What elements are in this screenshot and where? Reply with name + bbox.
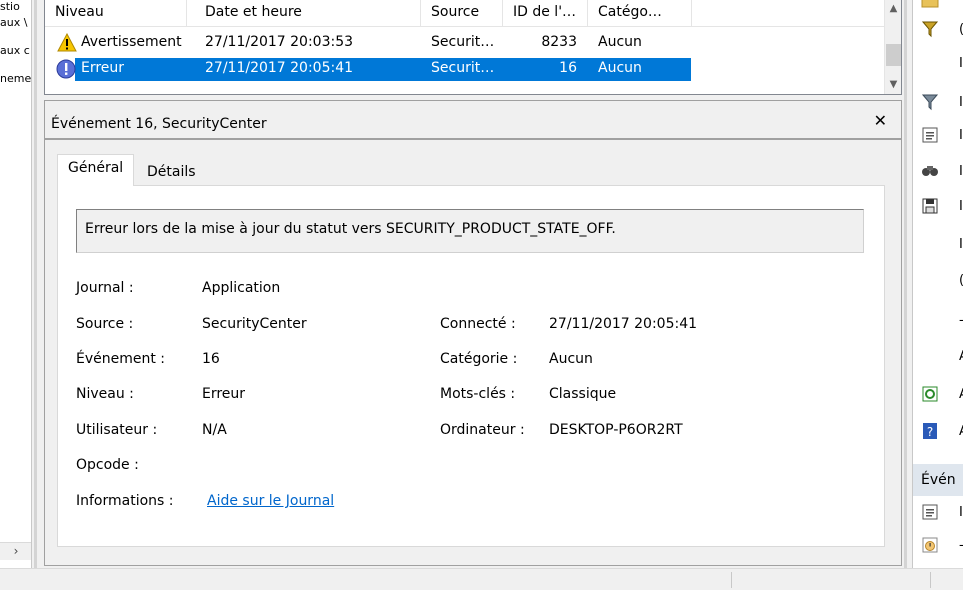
field-label-logged: Connecté : bbox=[440, 316, 516, 332]
field-value-user: N/A bbox=[202, 422, 227, 438]
action-label[interactable]: I bbox=[959, 199, 963, 214]
action-label[interactable]: I bbox=[959, 128, 963, 143]
tree-item-fragment[interactable]: stio bbox=[0, 0, 20, 13]
actions-pane: ( I I I I I I ( - A A ? A Évén bbox=[912, 0, 963, 568]
field-value-event: 16 bbox=[202, 351, 220, 367]
action-label[interactable]: I bbox=[959, 237, 963, 252]
column-header-category[interactable]: Catégo… bbox=[588, 0, 692, 26]
refresh-icon[interactable] bbox=[921, 385, 939, 403]
row-event-id: 8233 bbox=[541, 34, 577, 50]
console-tree-pane: stio aux \ aux c neme › bbox=[0, 0, 32, 568]
row-category: Aucun bbox=[598, 34, 642, 50]
field-value-source: SecurityCenter bbox=[202, 316, 307, 332]
event-list: Niveau Date et heure Source ID de l'… Ca… bbox=[44, 0, 902, 95]
filter-icon[interactable] bbox=[921, 20, 939, 38]
action-label[interactable]: I bbox=[959, 164, 963, 179]
column-header-datetime[interactable]: Date et heure bbox=[195, 0, 421, 26]
field-value-computer: DESKTOP-P6OR2RT bbox=[549, 422, 683, 438]
field-label-category: Catégorie : bbox=[440, 351, 518, 367]
row-event-id: 16 bbox=[559, 60, 577, 76]
field-label-source: Source : bbox=[76, 316, 134, 332]
action-label[interactable]: I bbox=[959, 505, 963, 520]
column-header-level[interactable]: Niveau bbox=[45, 0, 187, 26]
event-list-header: Niveau Date et heure Source ID de l'… Ca… bbox=[45, 0, 885, 27]
event-list-scrollbar[interactable]: ▲ ▼ bbox=[884, 0, 901, 94]
action-label[interactable]: - bbox=[959, 538, 963, 553]
tree-item-fragment[interactable]: neme bbox=[0, 72, 31, 85]
row-category: Aucun bbox=[598, 60, 642, 76]
action-label[interactable]: ( bbox=[959, 22, 963, 37]
field-value-keywords: Classique bbox=[549, 386, 617, 402]
row-level: Avertissement bbox=[81, 34, 182, 50]
row-source: Securit… bbox=[431, 60, 495, 76]
column-header-source[interactable]: Source bbox=[421, 0, 503, 26]
help-icon[interactable]: ? bbox=[921, 422, 939, 440]
field-label-event: Événement : bbox=[76, 351, 166, 367]
field-label-computer: Ordinateur : bbox=[440, 422, 525, 438]
field-label-user: Utilisateur : bbox=[76, 422, 158, 438]
find-icon[interactable] bbox=[921, 162, 939, 180]
row-datetime: 27/11/2017 20:05:41 bbox=[205, 60, 354, 76]
table-row[interactable]: Avertissement 27/11/2017 20:03:53 Securi… bbox=[45, 30, 885, 55]
field-label-opcode: Opcode : bbox=[76, 457, 139, 473]
field-label-information: Informations : bbox=[76, 493, 174, 509]
scrollbar-thumb[interactable] bbox=[886, 44, 901, 66]
action-label[interactable]: ( bbox=[959, 273, 963, 288]
help-link[interactable]: Aide sur le Journal bbox=[207, 493, 334, 509]
close-icon[interactable]: ✕ bbox=[874, 113, 887, 129]
svg-text:?: ? bbox=[927, 425, 933, 439]
pane-splitter[interactable] bbox=[34, 0, 37, 568]
chevron-right-icon: › bbox=[13, 544, 19, 558]
field-value-logged: 27/11/2017 20:05:41 bbox=[549, 316, 698, 332]
action-label[interactable]: I bbox=[959, 56, 963, 71]
field-value-level: Erreur bbox=[202, 386, 246, 402]
action-label[interactable]: A bbox=[959, 349, 963, 364]
status-separator bbox=[731, 572, 732, 588]
tree-item-fragment[interactable]: aux \ bbox=[0, 16, 27, 29]
error-icon bbox=[55, 56, 77, 81]
filter-clear-icon[interactable] bbox=[921, 93, 939, 111]
field-value-category: Aucun bbox=[549, 351, 593, 367]
detail-title: Événement 16, SecurityCenter bbox=[45, 101, 901, 140]
tab-general-panel: Erreur lors de la mise à jour du statut … bbox=[57, 185, 885, 547]
chevron-down-icon[interactable]: ▼ bbox=[885, 76, 901, 93]
task-icon[interactable] bbox=[921, 536, 939, 554]
scroll-right-button[interactable]: › bbox=[0, 542, 31, 560]
action-label[interactable]: A bbox=[959, 387, 963, 402]
status-separator bbox=[930, 572, 931, 588]
row-level: Erreur bbox=[81, 60, 125, 76]
action-label[interactable]: - bbox=[959, 313, 963, 328]
row-source: Securit… bbox=[431, 34, 495, 50]
event-detail-pane: Événement 16, SecurityCenter ✕ Général D… bbox=[44, 100, 902, 566]
folder-icon bbox=[921, 0, 939, 10]
status-bar bbox=[0, 568, 963, 590]
field-label-keywords: Mots-clés : bbox=[440, 386, 516, 402]
event-properties-icon[interactable] bbox=[921, 503, 939, 521]
action-label[interactable]: I bbox=[959, 95, 963, 110]
properties-icon[interactable] bbox=[921, 126, 939, 144]
tree-item-fragment[interactable]: aux c bbox=[0, 44, 30, 57]
save-icon[interactable] bbox=[921, 197, 939, 215]
table-row-selected[interactable]: Erreur 27/11/2017 20:05:41 Securit… 16 A… bbox=[45, 56, 885, 81]
field-value-log: Application bbox=[202, 280, 281, 296]
column-header-event-id[interactable]: ID de l'… bbox=[503, 0, 588, 26]
row-datetime: 27/11/2017 20:03:53 bbox=[205, 34, 354, 50]
event-message[interactable]: Erreur lors de la mise à jour du statut … bbox=[76, 209, 864, 253]
chevron-up-icon[interactable]: ▲ bbox=[885, 0, 901, 17]
actions-section-header[interactable]: Évén bbox=[913, 464, 963, 496]
tab-general[interactable]: Général bbox=[57, 154, 135, 186]
field-label-log: Journal : bbox=[76, 280, 134, 296]
field-label-level: Niveau : bbox=[76, 386, 134, 402]
action-label[interactable]: A bbox=[959, 424, 963, 439]
pane-splitter[interactable] bbox=[904, 0, 907, 568]
tab-details[interactable]: Détails bbox=[137, 159, 206, 187]
warning-icon bbox=[57, 30, 77, 55]
